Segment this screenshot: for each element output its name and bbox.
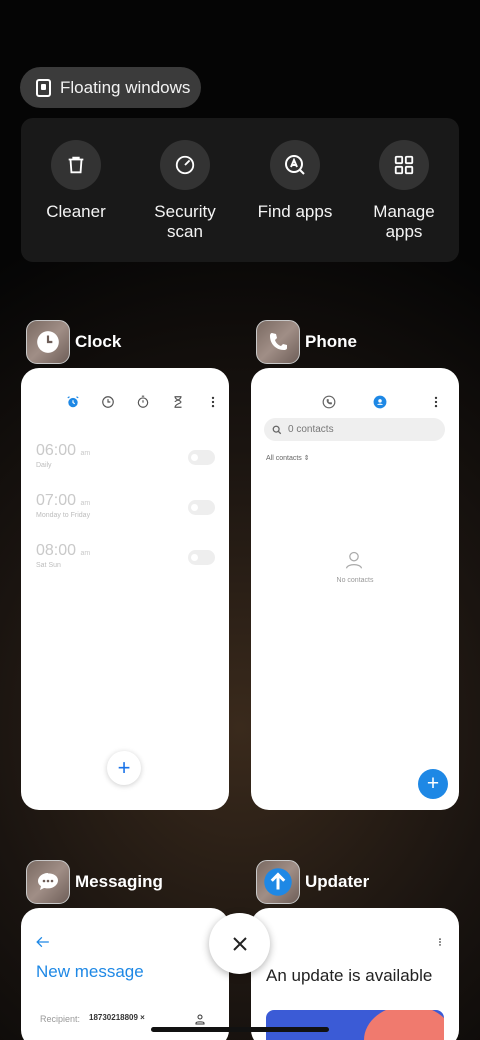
contacts-filter[interactable]: All contacts ⇕	[266, 454, 310, 462]
alarm-toggle[interactable]	[188, 450, 215, 465]
update-heading: An update is available	[266, 966, 433, 985]
security-scan-label: Security scan	[154, 202, 216, 241]
recipient-chip[interactable]: 18730218809 ×	[89, 1013, 145, 1022]
clock-app-icon	[26, 320, 70, 364]
more-icon[interactable]	[435, 936, 445, 948]
clock-icon[interactable]	[101, 395, 115, 409]
phone-app-icon	[256, 320, 300, 364]
updater-app-header[interactable]: Updater	[256, 860, 369, 904]
phone-app-header[interactable]: Phone	[256, 320, 357, 364]
alarm-toggle[interactable]	[188, 500, 215, 515]
search-placeholder: 0 contacts	[288, 424, 334, 435]
alarm-repeat: Daily	[36, 462, 52, 469]
updater-card[interactable]: An update is available	[251, 908, 459, 1040]
updater-app-icon	[256, 860, 300, 904]
call-log-icon[interactable]	[322, 395, 336, 409]
find-apps-button[interactable]: Find apps	[245, 140, 345, 222]
close-icon	[232, 936, 247, 951]
manage-apps-button[interactable]: Manage apps	[354, 140, 454, 242]
new-message-heading: New message	[36, 962, 144, 981]
phone-app-title: Phone	[305, 332, 357, 351]
stopwatch-icon[interactable]	[136, 395, 150, 409]
alarm-repeat: Monday to Friday	[36, 512, 91, 519]
messaging-app-title: Messaging	[75, 872, 163, 891]
contacts-filter-label: All contacts	[266, 455, 302, 462]
alarm-item[interactable]: 08:00 am Sat Sun	[36, 542, 90, 569]
floating-windows-button[interactable]: Floating windows	[20, 67, 201, 108]
alarm-ampm: am	[80, 500, 91, 507]
phone-card[interactable]: 0 contacts All contacts ⇕ No contacts +	[251, 368, 459, 810]
more-icon[interactable]	[206, 395, 220, 409]
messaging-card[interactable]: New message Recipient: 18730218809 ×	[21, 908, 229, 1040]
update-banner-image	[266, 1010, 444, 1040]
find-apps-label: Find apps	[257, 202, 333, 221]
security-scan-icon	[160, 140, 210, 190]
contacts-tab-icon[interactable]	[373, 395, 387, 409]
cleaner-button[interactable]: Cleaner	[26, 140, 126, 222]
back-arrow-icon[interactable]	[36, 936, 50, 948]
alarm-item[interactable]: 06:00 am Daily	[36, 442, 90, 469]
messaging-app-icon	[26, 860, 70, 904]
add-contact-button[interactable]: +	[418, 769, 448, 799]
trash-icon	[51, 140, 101, 190]
alarm-icon[interactable]	[66, 395, 80, 409]
alarm-toggle[interactable]	[188, 550, 215, 565]
alarm-time: 08:00	[36, 542, 77, 559]
add-recipient-icon[interactable]	[194, 1012, 206, 1026]
sort-icon: ⇕	[303, 455, 310, 462]
find-apps-icon	[270, 140, 320, 190]
timer-icon[interactable]	[171, 395, 185, 409]
floating-windows-label: Floating windows	[60, 77, 191, 97]
alarm-ampm: am	[80, 450, 91, 457]
alarm-ampm: am	[80, 550, 91, 557]
add-alarm-button[interactable]: +	[107, 751, 141, 785]
alarm-time: 07:00	[36, 492, 77, 509]
updater-app-title: Updater	[305, 872, 370, 891]
alarm-item[interactable]: 07:00 am Monday to Friday	[36, 492, 90, 519]
grid-icon	[379, 140, 429, 190]
quick-actions-panel: Cleaner Security scan Find apps Manage app…	[21, 118, 459, 262]
empty-contacts-label: No contacts	[336, 577, 374, 584]
alarm-repeat: Sat Sun	[36, 562, 61, 569]
more-icon[interactable]	[429, 395, 443, 409]
manage-apps-label: Manage apps	[373, 202, 435, 241]
home-indicator[interactable]	[151, 1027, 329, 1032]
messaging-app-header[interactable]: Messaging	[26, 860, 163, 904]
clock-app-title: Clock	[75, 332, 122, 351]
empty-contact-icon	[345, 551, 363, 569]
cleaner-label: Cleaner	[46, 202, 106, 221]
clock-app-header[interactable]: Clock	[26, 320, 121, 364]
alarm-time: 06:00	[36, 442, 77, 459]
floating-window-icon	[36, 78, 51, 97]
clock-card[interactable]: 06:00 am Daily 07:00 am Monday to Friday…	[21, 368, 229, 810]
contacts-search-input[interactable]: 0 contacts	[264, 418, 445, 441]
search-icon	[272, 425, 282, 434]
close-all-button[interactable]	[209, 913, 270, 974]
security-scan-button[interactable]: Security scan	[135, 140, 235, 242]
recipient-label: Recipient:	[40, 1014, 81, 1024]
